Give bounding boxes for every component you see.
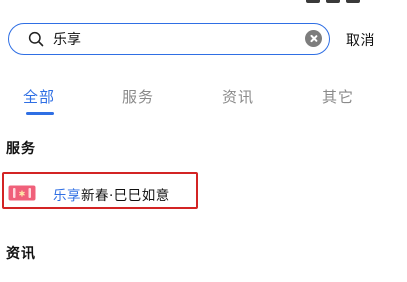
service-result-item[interactable]: ✱ 乐享新春·巳巳如意	[2, 172, 198, 209]
section-title-services: 服务	[6, 141, 36, 157]
search-box[interactable]	[8, 23, 330, 55]
clear-icon[interactable]	[305, 30, 322, 47]
status-indicator	[346, 0, 360, 3]
active-tab-indicator	[26, 112, 54, 115]
service-result-highlight: 乐享	[53, 188, 81, 204]
status-indicator	[306, 0, 320, 3]
tab-all[interactable]: 全部	[23, 86, 55, 107]
service-result-label: 乐享新春·巳巳如意	[53, 184, 170, 204]
tab-services[interactable]: 服务	[122, 86, 154, 107]
status-bar-fragment	[250, 0, 360, 4]
result-tabs: 全部 服务 资讯 其它	[0, 86, 407, 118]
service-result-rest: 新春·巳巳如意	[81, 188, 170, 204]
status-indicator	[326, 0, 340, 3]
search-icon	[28, 31, 44, 47]
search-input[interactable]	[53, 29, 293, 49]
cancel-button[interactable]: 取消	[346, 30, 375, 50]
tab-other[interactable]: 其它	[322, 86, 354, 107]
svg-text:✱: ✱	[19, 190, 26, 199]
tab-news[interactable]: 资讯	[222, 86, 254, 107]
red-envelope-icon: ✱	[8, 185, 36, 201]
section-title-news: 资讯	[6, 246, 36, 262]
search-results-page: 取消 全部 服务 资讯 其它 服务 ✱ 乐享新春·巳巳如意 资讯	[0, 0, 407, 282]
